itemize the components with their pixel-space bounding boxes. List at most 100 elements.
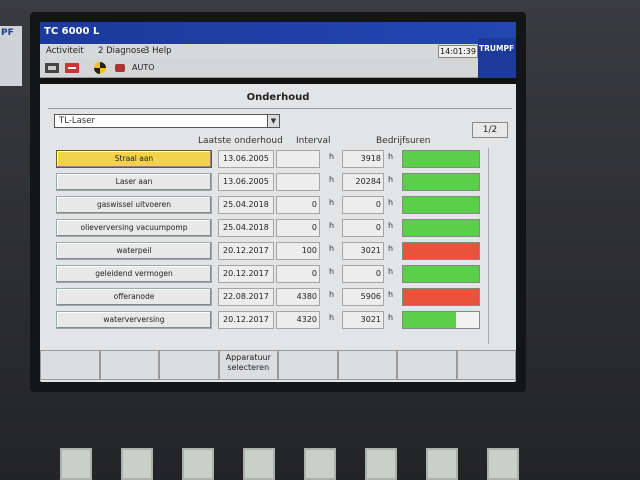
interval-value: 4380: [276, 288, 320, 306]
scrollbar[interactable]: [488, 148, 512, 344]
status-bar-fill: [403, 174, 479, 190]
operating-hours-value: 0: [342, 265, 384, 283]
hardware-softkey-button[interactable]: [60, 448, 92, 480]
operating-hours-value: 5906: [342, 288, 384, 306]
table-row: waterverversing 20.12.2017 4320 h 3021 h: [40, 311, 516, 333]
hardware-bezel: PF TC 6000 L Activiteit 2 Diagnose 3 Hel…: [0, 0, 640, 480]
interval-value: 0: [276, 219, 320, 237]
interval-unit: h: [329, 313, 335, 322]
interval-value: 100: [276, 242, 320, 260]
machine-icon[interactable]: [44, 61, 60, 75]
status-bar: [402, 311, 480, 329]
maintenance-item-button[interactable]: waterpeil: [56, 242, 212, 260]
interval-unit: h: [329, 267, 335, 276]
hand-icon[interactable]: [112, 61, 128, 75]
brand-logo: TRUMPF: [478, 38, 516, 82]
title-bar: TC 6000 L: [40, 22, 516, 44]
maintenance-item-button[interactable]: Straal aan: [56, 150, 212, 168]
last-maintenance-date: 13.06.2005: [218, 173, 274, 191]
hazard-icon[interactable]: [92, 61, 108, 75]
status-bar-fill: [403, 220, 479, 236]
status-bar-fill: [403, 312, 457, 328]
softkey-6[interactable]: [337, 350, 397, 380]
table-row: geleidend vermogen 20.12.2017 0 h 0 h: [40, 265, 516, 287]
page-indicator: 1/2: [472, 122, 508, 138]
interval-value: 4320: [276, 311, 320, 329]
operating-hours-value: 3021: [342, 242, 384, 260]
table-row: gaswissel uitvoeren 25.04.2018 0 h 0 h: [40, 196, 516, 218]
hours-unit: h: [388, 290, 394, 299]
softkey-2[interactable]: [99, 350, 159, 380]
last-maintenance-date: 20.12.2017: [218, 265, 274, 283]
operating-hours-value: 0: [342, 219, 384, 237]
hardware-softkey-button[interactable]: [121, 448, 153, 480]
interval-unit: h: [329, 175, 335, 184]
softkey-3[interactable]: [159, 350, 219, 380]
status-bar-fill: [403, 243, 479, 259]
last-maintenance-date: 20.12.2017: [218, 311, 274, 329]
maintenance-item-button[interactable]: Laser aan: [56, 173, 212, 191]
maintenance-item-button[interactable]: gaswissel uitvoeren: [56, 196, 212, 214]
table-row: offeranode 22.08.2017 4380 h 5906 h: [40, 288, 516, 310]
hardware-softkey-button[interactable]: [304, 448, 336, 480]
interval-value: [276, 150, 320, 168]
table-row: Laser aan 13.06.2005 h 20284 h: [40, 173, 516, 195]
interval-value: 0: [276, 196, 320, 214]
io-icon[interactable]: [64, 61, 80, 75]
device-select[interactable]: TL-Laser ▼: [54, 114, 280, 128]
interval-unit: h: [329, 152, 335, 161]
menu-bar: Activiteit 2 Diagnose 3 Help: [40, 44, 478, 58]
maintenance-item-button[interactable]: waterverversing: [56, 311, 212, 329]
maintenance-item-button[interactable]: olieverversing vacuumpomp: [56, 219, 212, 237]
col-header-operating-hours: Bedrijfsuren: [376, 136, 431, 146]
col-header-interval: Interval: [296, 136, 331, 146]
status-bar-fill: [403, 151, 479, 167]
last-maintenance-date: 25.04.2018: [218, 196, 274, 214]
maintenance-item-button[interactable]: offeranode: [56, 288, 212, 306]
interval-unit: h: [329, 198, 335, 207]
status-bar-fill: [403, 197, 479, 213]
hours-unit: h: [388, 221, 394, 230]
maintenance-item-button[interactable]: geleidend vermogen: [56, 265, 212, 283]
table-row: Straal aan 13.06.2005 h 3918 h: [40, 150, 516, 172]
device-select-value: TL-Laser: [59, 116, 95, 126]
clock: 14:01:39: [438, 45, 478, 58]
status-bar-fill: [403, 266, 479, 282]
col-header-last-maintenance: Laatste onderhoud: [198, 136, 283, 146]
hours-unit: h: [388, 267, 394, 276]
softkey-5[interactable]: [278, 350, 338, 380]
last-maintenance-date: 22.08.2017: [218, 288, 274, 306]
menu-diagnose[interactable]: 2 Diagnose: [98, 46, 146, 56]
table-row: olieverversing vacuumpomp 25.04.2018 0 h 0 h: [40, 219, 516, 241]
divider: [48, 108, 512, 109]
hardware-softkey-button[interactable]: [426, 448, 458, 480]
page-title: Onderhoud: [246, 92, 310, 103]
mode-label: AUTO: [132, 63, 155, 72]
hours-unit: h: [388, 244, 394, 253]
interval-unit: h: [329, 244, 335, 253]
softkey-4[interactable]: Apparatuur selecteren: [218, 350, 278, 380]
hardware-softkey-button[interactable]: [487, 448, 519, 480]
hardware-softkey-button[interactable]: [365, 448, 397, 480]
softkey-7[interactable]: [397, 350, 457, 380]
operating-hours-value: 3918: [342, 150, 384, 168]
chevron-down-icon[interactable]: ▼: [267, 115, 279, 127]
interval-value: [276, 173, 320, 191]
window-title: TC 6000 L: [44, 26, 100, 37]
menu-help[interactable]: 3 Help: [144, 46, 172, 56]
hardware-softkey-button[interactable]: [243, 448, 275, 480]
interval-value: 0: [276, 265, 320, 283]
hours-unit: h: [388, 313, 394, 322]
toolbar: AUTO: [40, 58, 478, 78]
bezel-logo: PF: [0, 26, 22, 86]
interval-unit: h: [329, 290, 335, 299]
status-bar: [402, 265, 480, 283]
table-row: waterpeil 20.12.2017 100 h 3021 h: [40, 242, 516, 264]
softkey-8[interactable]: [456, 350, 516, 380]
status-bar: [402, 219, 480, 237]
menu-activiteit[interactable]: Activiteit: [46, 46, 84, 56]
interval-unit: h: [329, 221, 335, 230]
status-bar: [402, 242, 480, 260]
hardware-softkey-button[interactable]: [182, 448, 214, 480]
softkey-1[interactable]: [40, 350, 100, 380]
